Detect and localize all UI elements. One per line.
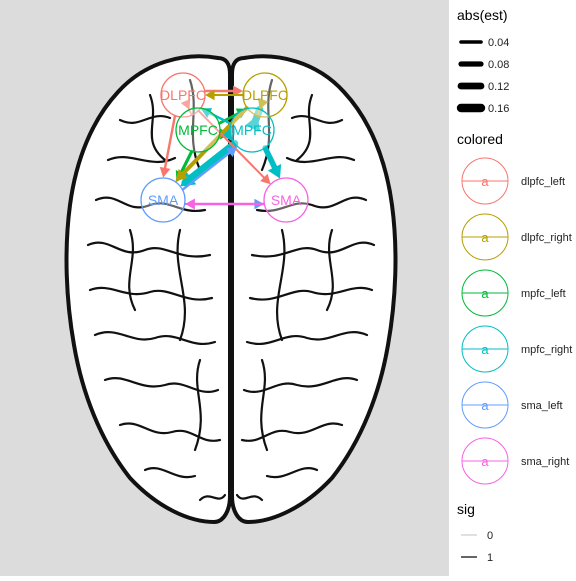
legend-colored-glyph-dlpfc_left: a xyxy=(481,174,489,189)
node-label-mpfc_right: MPFC xyxy=(232,122,272,138)
legend-colored-title: colored xyxy=(457,131,503,147)
node-mpfc_left: MPFC xyxy=(175,107,221,153)
node-sma_right: SMA xyxy=(263,177,309,223)
legend-abs-est-label-1: 0.08 xyxy=(488,59,509,71)
brain-network-chart: DLPFC DLPFC MPFC MPFC SMA SMA abs(est) 0.04 0.… xyxy=(0,0,576,576)
legend-colored-label-dlpfc_left: dlpfc_left xyxy=(521,176,565,188)
legend-colored-glyph-sma_right: a xyxy=(481,454,489,469)
node-label-sma_right: SMA xyxy=(271,192,302,208)
legend-colored-glyph-mpfc_right: a xyxy=(481,342,489,357)
legend-abs-est-label-3: 0.16 xyxy=(488,103,509,115)
node-label-mpfc_left: MPFC xyxy=(178,122,218,138)
legend-colored-glyph-sma_left: a xyxy=(481,398,489,413)
legend-colored-label-sma_left: sma_left xyxy=(521,400,563,412)
legend-abs-est-label-0: 0.04 xyxy=(488,37,509,49)
legend-colored-label-mpfc_right: mpfc_right xyxy=(521,344,572,356)
legend-colored-label-sma_right: sma_right xyxy=(521,456,569,468)
legend-sig-label-1: 1 xyxy=(487,552,493,564)
legend-colored-label-dlpfc_right: dlpfc_right xyxy=(521,232,572,244)
node-label-dlpfc_right: DLPFC xyxy=(242,87,288,103)
legend-colored-glyph-dlpfc_right: a xyxy=(481,230,489,245)
legend-abs-est-label-2: 0.12 xyxy=(488,81,509,93)
node-label-sma_left: SMA xyxy=(148,192,179,208)
node-label-dlpfc_left: DLPFC xyxy=(160,87,206,103)
legend-abs-est-title: abs(est) xyxy=(457,7,508,23)
figure: DLPFC DLPFC MPFC MPFC SMA SMA abs(est) 0.04 0.… xyxy=(0,0,576,576)
node-mpfc_right: MPFC xyxy=(229,107,275,153)
legend-colored-glyph-mpfc_left: a xyxy=(481,286,489,301)
node-sma_left: SMA xyxy=(140,177,186,223)
legend-colored-label-mpfc_left: mpfc_left xyxy=(521,288,566,300)
legend-sig-label-0: 0 xyxy=(487,530,493,542)
legend-sig-title: sig xyxy=(457,501,475,517)
